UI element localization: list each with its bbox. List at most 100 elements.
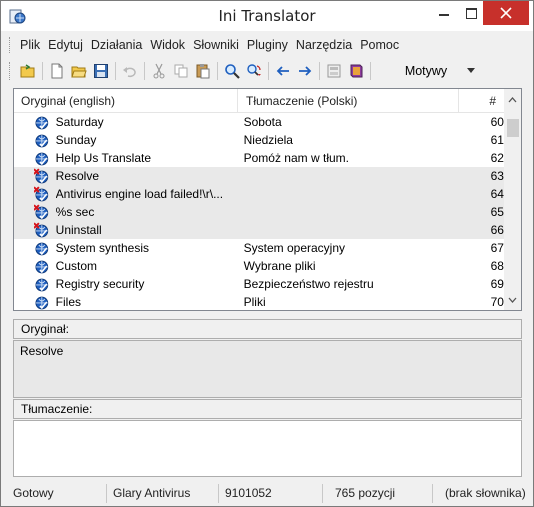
- original-text-box[interactable]: Resolve: [13, 340, 522, 398]
- table-row[interactable]: Antivirus engine load failed!\r\... 64: [14, 185, 504, 203]
- menu-grip[interactable]: [9, 37, 12, 53]
- row-original: Custom: [55, 259, 97, 273]
- translated-globe-icon: [35, 278, 49, 292]
- copy-icon: [174, 64, 188, 77]
- themes-dropdown[interactable]: Motywy: [390, 60, 490, 82]
- replace-button[interactable]: [243, 60, 265, 82]
- save-icon: [94, 63, 108, 78]
- translation-list[interactable]: Oryginał (english) Tłumaczenie (Polski) …: [13, 88, 522, 311]
- status-id: 9101052: [219, 484, 323, 503]
- row-original: Saturday: [55, 115, 104, 129]
- menu-actions[interactable]: Działania: [87, 38, 146, 52]
- row-number: 60: [490, 115, 504, 129]
- row-number: 67: [490, 241, 504, 255]
- previous-button[interactable]: [272, 60, 294, 82]
- paste-icon: [196, 63, 210, 78]
- open-project-button[interactable]: [17, 60, 39, 82]
- row-original: Help Us Translate: [55, 151, 152, 165]
- toolbar-separator: [370, 61, 371, 80]
- table-row[interactable]: Files Pliki 70: [14, 293, 504, 310]
- dictionary-button[interactable]: [345, 60, 367, 82]
- row-translation: Wybrane pliki: [243, 259, 316, 273]
- row-number: 64: [490, 187, 504, 201]
- original-label: Oryginał:: [13, 319, 522, 339]
- scroll-up-button[interactable]: [504, 91, 521, 108]
- translated-globe-icon: [35, 152, 49, 166]
- untranslated-globe-icon: [34, 186, 49, 202]
- status-project: Glary Antivirus: [107, 484, 219, 503]
- open-project-icon: [20, 63, 35, 77]
- menu-dictionaries[interactable]: Słowniki: [189, 38, 243, 52]
- untranslated-globe-icon: [34, 168, 49, 184]
- table-row[interactable]: System synthesis System operacyjny 67: [14, 239, 504, 257]
- column-header-number[interactable]: #: [459, 89, 504, 113]
- table-row[interactable]: Registry security Bezpieczeństwo rejestru…: [14, 275, 504, 293]
- properties-button[interactable]: [323, 60, 345, 82]
- row-original: Resolve: [55, 169, 100, 183]
- next-button[interactable]: [294, 60, 316, 82]
- copy-button[interactable]: [170, 60, 192, 82]
- table-row[interactable]: Help Us Translate Pomóż nam w tłum. 62: [14, 149, 504, 167]
- row-translation: Bezpieczeństwo rejestru: [243, 277, 374, 291]
- scroll-thumb[interactable]: [507, 119, 519, 137]
- row-original: Registry security: [55, 277, 145, 291]
- title-bar: Ini Translator: [1, 1, 533, 31]
- translation-text-box[interactable]: [13, 420, 522, 477]
- find-button[interactable]: [221, 60, 243, 82]
- close-button[interactable]: [483, 1, 529, 25]
- row-number: 68: [490, 259, 504, 273]
- cut-button[interactable]: [148, 60, 170, 82]
- row-number: 63: [490, 169, 504, 183]
- replace-icon: [247, 63, 261, 76]
- row-number: 61: [490, 133, 504, 147]
- new-file-icon: [51, 63, 63, 78]
- cut-icon: [153, 63, 165, 78]
- book-icon: [350, 64, 363, 77]
- row-translation: Sobota: [243, 115, 282, 129]
- toolbar-separator: [268, 61, 269, 80]
- menu-file[interactable]: Plik: [16, 38, 44, 52]
- row-number: 66: [490, 223, 504, 237]
- arrow-left-icon: [276, 65, 289, 76]
- menu-edit[interactable]: Edytuj: [44, 38, 87, 52]
- list-body: Saturday Sobota 60 Sunday Niedziela 61 Help Us…: [14, 113, 504, 310]
- menu-tools[interactable]: Narzędzia: [292, 38, 356, 52]
- table-row[interactable]: Resolve 63: [14, 167, 504, 185]
- menu-help[interactable]: Pomoc: [356, 38, 403, 52]
- app-window: Ini Translator Plik Edytuj Działania Wid…: [0, 0, 534, 507]
- table-row[interactable]: Uninstall 66: [14, 221, 504, 239]
- minimize-button[interactable]: [429, 1, 459, 25]
- list-header: Oryginał (english) Tłumaczenie (Polski) …: [14, 89, 504, 113]
- table-row[interactable]: Custom Wybrane pliki 68: [14, 257, 504, 275]
- open-file-button[interactable]: [68, 60, 90, 82]
- chevron-up-icon: [508, 96, 517, 102]
- menu-bar: Plik Edytuj Działania Widok Słowniki Plu…: [9, 34, 403, 56]
- menu-plugins[interactable]: Pluginy: [243, 38, 292, 52]
- paste-button[interactable]: [192, 60, 214, 82]
- save-button[interactable]: [90, 60, 112, 82]
- toolbar-grip[interactable]: [9, 61, 12, 80]
- undo-button[interactable]: [119, 60, 141, 82]
- menu-view[interactable]: Widok: [146, 38, 189, 52]
- table-row[interactable]: Saturday Sobota 60: [14, 113, 504, 131]
- translated-globe-icon: [35, 242, 49, 256]
- scroll-down-button[interactable]: [504, 291, 521, 308]
- row-translation: Pliki: [243, 295, 266, 309]
- row-number: 65: [490, 205, 504, 219]
- table-row[interactable]: %s sec 65: [14, 203, 504, 221]
- translated-globe-icon: [35, 260, 49, 274]
- table-row[interactable]: Sunday Niedziela 61: [14, 131, 504, 149]
- translation-label: Tłumaczenie:: [13, 399, 522, 419]
- vertical-scrollbar[interactable]: [504, 89, 521, 310]
- toolbar-separator: [319, 61, 320, 80]
- column-header-original[interactable]: Oryginał (english): [14, 89, 238, 113]
- properties-icon: [327, 64, 341, 77]
- status-bar: Gotowy Glary Antivirus 9101052 765 pozyc…: [1, 481, 533, 506]
- row-original: %s sec: [55, 205, 95, 219]
- status-dictionary: (brak słownika): [445, 486, 526, 500]
- folder-open-icon: [71, 66, 87, 77]
- row-number: 62: [490, 151, 504, 165]
- new-file-button[interactable]: [46, 60, 68, 82]
- search-icon: [225, 63, 240, 79]
- column-header-translation[interactable]: Tłumaczenie (Polski): [238, 89, 459, 113]
